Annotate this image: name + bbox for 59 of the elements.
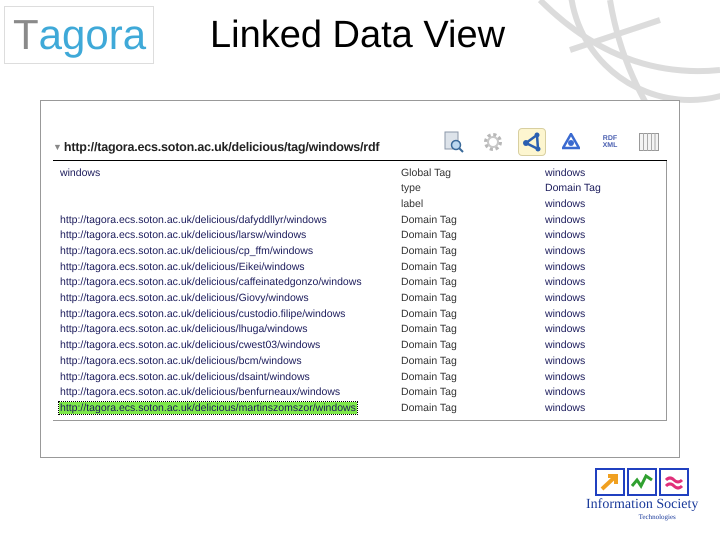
table-cell[interactable]: http://tagora.ecs.soton.ac.uk/delicious/lhuga/windows [59, 323, 308, 336]
table-cell: windows [545, 245, 586, 258]
table-cell[interactable]: http://tagora.ecs.soton.ac.uk/delicious/cp_ffm/windows [59, 245, 314, 258]
table-cell: Domain Tag [401, 402, 457, 414]
table-cell: Global Tag [401, 166, 452, 179]
table-cell[interactable]: http://tagora.ecs.soton.ac.uk/delicious/caffeinatedgonzo/windows [59, 276, 363, 288]
tagora-logo: Tagora [4, 6, 154, 64]
graph-icon [522, 132, 542, 152]
settings-icon [483, 132, 503, 152]
table-cell[interactable]: http://tagora.ecs.soton.ac.uk/delicious/martinszomszor/windows [59, 402, 357, 414]
table-cell: windows [545, 308, 586, 320]
table-cell[interactable]: http://tagora.ecs.soton.ac.uk/delicious/benfurneaux/windows [59, 386, 342, 398]
table-cell: Domain Tag [401, 245, 457, 258]
table-cell: Domain Tag [401, 229, 457, 242]
table-icon [639, 133, 659, 151]
table-cell: windows [545, 323, 586, 336]
table-cell: Domain Tag [401, 308, 457, 320]
table-cell: label [401, 198, 424, 210]
search-icon [444, 131, 464, 153]
table-cell: Domain Tag [401, 386, 457, 398]
network-icon [562, 133, 580, 151]
table-cell: Domain Tag [401, 323, 457, 336]
table-cell[interactable]: http://tagora.ecs.soton.ac.uk/delicious/bcm/windows [59, 354, 303, 367]
disclosure-triangle[interactable]: ▼ [53, 140, 62, 154]
table-cell[interactable]: http://tagora.ecs.soton.ac.uk/delicious/custodio.filipe/windows [59, 308, 346, 320]
table-cell: Domain Tag [401, 354, 457, 367]
graph-view-button[interactable] [518, 128, 546, 156]
ist-approx-icon [659, 468, 690, 496]
table-cell: windows [545, 339, 586, 352]
table-cell: windows [545, 402, 586, 414]
table-cell: windows [545, 166, 586, 179]
table-cell: Domain Tag [401, 339, 457, 352]
ist-title: Information Society [586, 496, 698, 514]
slide-title: Linked Data View [210, 12, 506, 58]
ist-wave-icon [627, 468, 658, 496]
table-cell: windows [545, 354, 586, 367]
table-cell: windows [545, 198, 586, 210]
table-cell: Domain Tag [401, 276, 457, 288]
table-cell[interactable]: http://tagora.ecs.soton.ac.uk/delicious/Giovy/windows [59, 292, 310, 304]
table-cell: Domain Tag [401, 214, 457, 226]
table-cell: windows [545, 386, 586, 398]
table-cell[interactable]: http://tagora.ecs.soton.ac.uk/delicious/larsw/windows [59, 229, 308, 242]
table-cell: windows [545, 260, 586, 273]
table-cell[interactable]: windows [59, 166, 102, 179]
table-cell: Domain Tag [401, 292, 457, 304]
table-cell[interactable]: http://tagora.ecs.soton.ac.uk/delicious/dafyddllyr/windows [59, 214, 328, 226]
table-cell: windows [545, 276, 586, 288]
table-cell: Domain Tag [401, 260, 457, 273]
table-cell: windows [545, 292, 586, 304]
table-cell: Domain Tag [401, 370, 457, 383]
table-cell: windows [545, 370, 586, 383]
table-cell: type [401, 182, 421, 194]
table-cell: windows [545, 229, 586, 242]
table-cell: Domain Tag [545, 182, 601, 194]
table-cell[interactable]: http://tagora.ecs.soton.ac.uk/delicious/Eikei/windows [59, 260, 306, 273]
table-cell[interactable]: http://tagora.ecs.soton.ac.uk/delicious/cwest03/windows [59, 339, 322, 352]
table-cell[interactable]: http://tagora.ecs.soton.ac.uk/delicious/dsaint/windows [59, 370, 311, 383]
resource-uri: http://tagora.ecs.soton.ac.uk/delicious/tag/windows/rdf [64, 139, 380, 156]
table-cell: windows [545, 214, 586, 226]
